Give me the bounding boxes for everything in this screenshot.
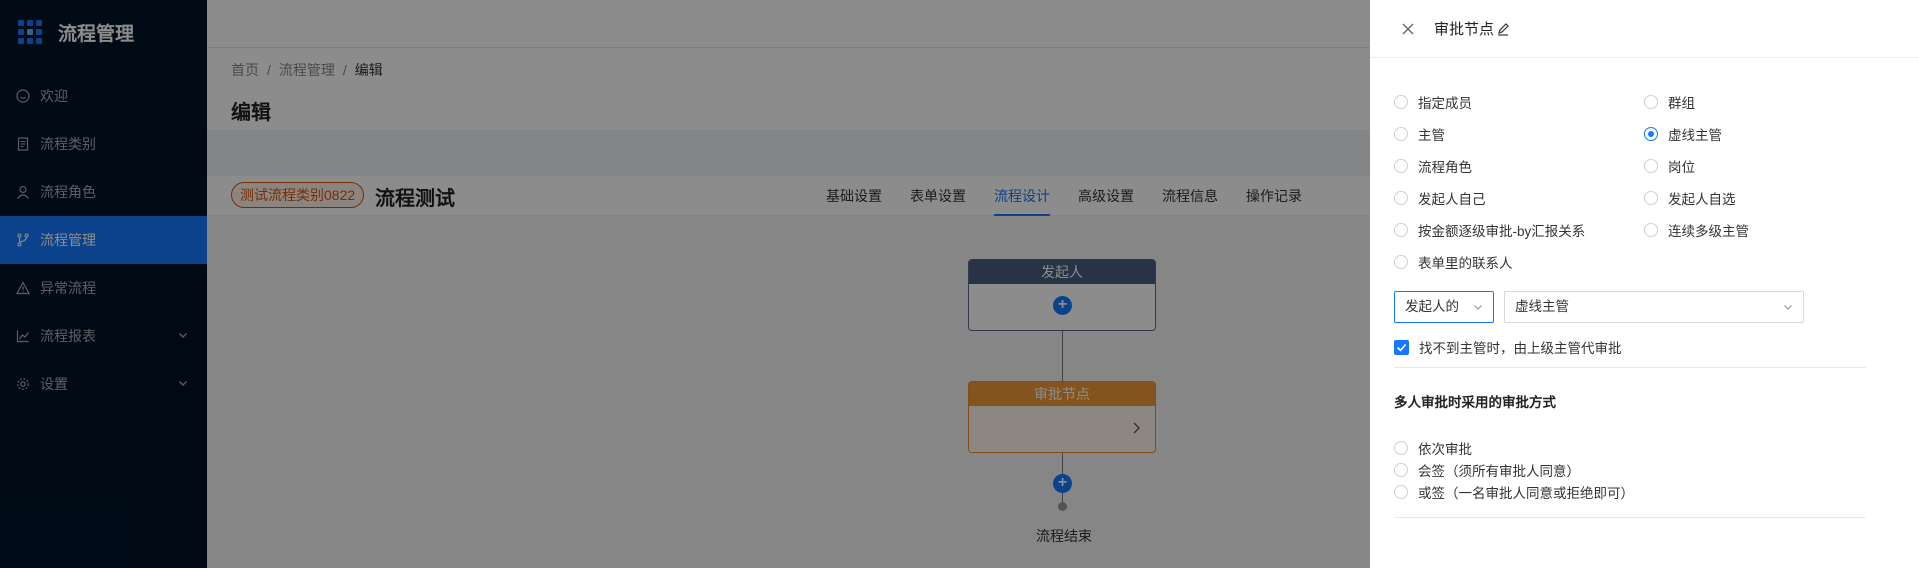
radio-label: 流程角色 (1418, 160, 1472, 175)
radio-option[interactable]: 主管 (1394, 124, 1445, 144)
radio-option[interactable]: 表单里的联系人 (1394, 252, 1513, 272)
divider (1394, 517, 1866, 518)
manager-select[interactable]: 虚线主管 (1504, 291, 1804, 323)
radio-option[interactable]: 群组 (1644, 92, 1695, 112)
edit-icon[interactable] (1496, 22, 1510, 36)
radio-checked-icon (1644, 127, 1658, 141)
radio-option[interactable]: 按金额逐级审批-by汇报关系 (1394, 220, 1585, 240)
radio-label: 发起人自己 (1418, 192, 1486, 207)
radio-icon (1394, 159, 1408, 173)
radio-label: 会签（须所有审批人同意） (1418, 464, 1580, 479)
radio-option[interactable]: 连续多级主管 (1644, 220, 1749, 240)
radio-icon (1394, 463, 1408, 477)
radio-icon (1644, 223, 1658, 237)
chevron-down-icon (1474, 305, 1482, 310)
chevron-down-icon (1784, 305, 1792, 310)
fallback-checkbox-label: 找不到主管时，由上级主管代审批 (1419, 341, 1622, 356)
close-icon[interactable] (1400, 21, 1416, 37)
radio-label: 虚线主管 (1668, 128, 1722, 143)
radio-label: 发起人自选 (1668, 192, 1736, 207)
radio-label: 连续多级主管 (1668, 224, 1749, 239)
radio-option[interactable]: 发起人自己 (1394, 188, 1486, 208)
radio-icon (1394, 441, 1408, 455)
radio-label: 或签（一名审批人同意或拒绝即可） (1418, 486, 1634, 501)
radio-label: 表单里的联系人 (1418, 256, 1513, 271)
checkbox-checked-icon[interactable] (1394, 339, 1409, 355)
radio-option[interactable]: 指定成员 (1394, 92, 1472, 112)
scope-select-value: 发起人的 (1405, 299, 1459, 314)
radio-option[interactable]: 岗位 (1644, 156, 1695, 176)
radio-icon (1394, 95, 1408, 109)
radio-icon (1394, 191, 1408, 205)
radio-option-selected[interactable]: 虚线主管 (1644, 124, 1722, 144)
radio-option[interactable]: 会签（须所有审批人同意） (1394, 460, 1580, 480)
radio-label: 依次审批 (1418, 442, 1472, 457)
radio-label: 指定成员 (1418, 96, 1472, 111)
radio-icon (1394, 485, 1408, 499)
drawer-title: 审批节点 (1434, 21, 1495, 38)
divider (1394, 367, 1866, 368)
radio-option[interactable]: 流程角色 (1394, 156, 1472, 176)
fallback-checkbox[interactable]: 找不到主管时，由上级主管代审批 (1394, 337, 1622, 357)
scope-select[interactable]: 发起人的 (1394, 291, 1494, 323)
radio-option[interactable]: 发起人自选 (1644, 188, 1736, 208)
modal-mask[interactable] (0, 0, 1370, 568)
radio-option[interactable]: 或签（一名审批人同意或拒绝即可） (1394, 482, 1634, 502)
radio-icon (1644, 95, 1658, 109)
multi-approve-title: 多人审批时采用的审批方式 (1394, 395, 1556, 410)
drawer-header: 审批节点 (1370, 0, 1919, 58)
radio-icon (1644, 191, 1658, 205)
radio-label: 按金额逐级审批-by汇报关系 (1418, 224, 1586, 239)
radio-label: 岗位 (1668, 160, 1695, 175)
radio-option[interactable]: 依次审批 (1394, 438, 1472, 458)
radio-label: 群组 (1668, 96, 1695, 111)
approve-node-drawer: 审批节点 指定成员 主管 流程角色 发起人自己 按金额逐级审批-by汇报关系 表… (1370, 0, 1919, 568)
radio-icon (1394, 127, 1408, 141)
radio-label: 主管 (1418, 128, 1445, 143)
manager-select-value: 虚线主管 (1515, 299, 1569, 314)
radio-icon (1644, 159, 1658, 173)
radio-icon (1394, 223, 1408, 237)
radio-icon (1394, 255, 1408, 269)
